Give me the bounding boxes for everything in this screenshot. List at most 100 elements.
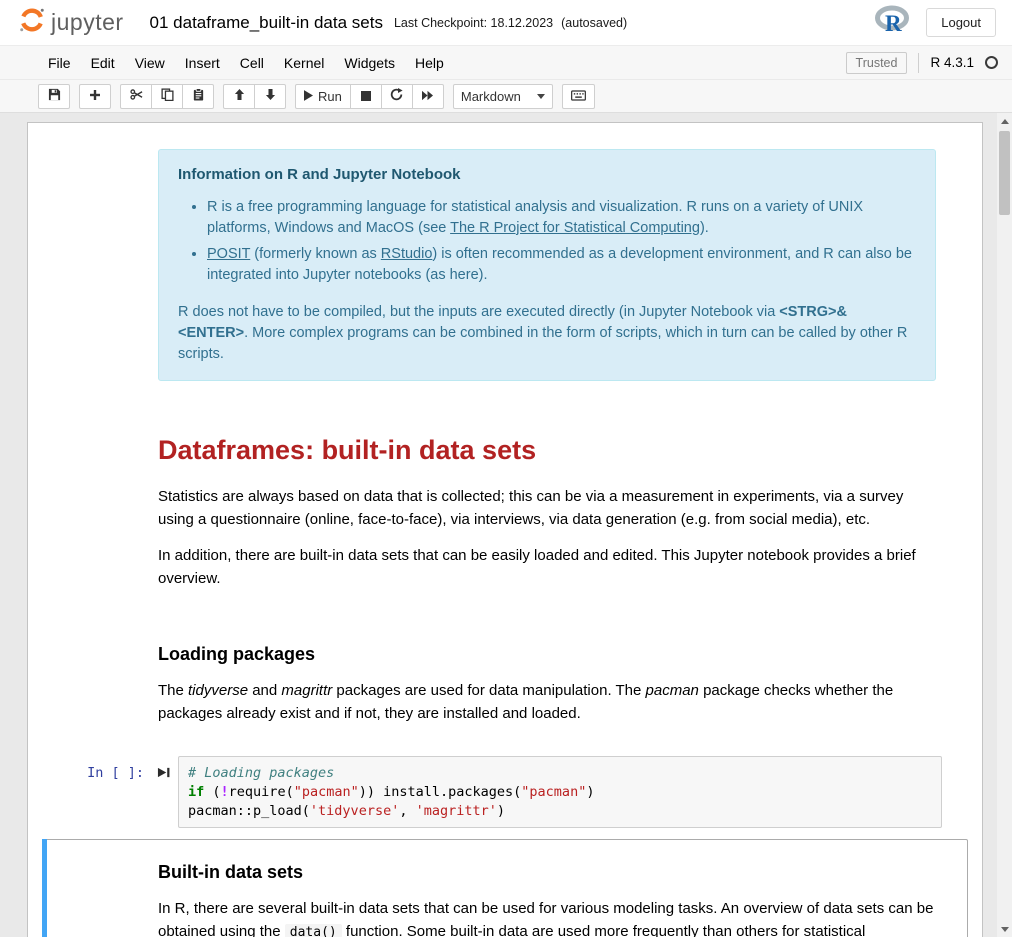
- loading-packages-paragraph: The tidyverse and magrittr packages are …: [158, 680, 936, 725]
- jupyter-logo-icon: [18, 6, 46, 39]
- page-title: Dataframes: built-in data sets: [158, 430, 936, 471]
- run-cell-button[interactable]: Run: [295, 84, 351, 109]
- copy-cell-icon: [161, 88, 174, 104]
- magrittr-name: magrittr: [281, 682, 332, 699]
- notebook-title[interactable]: 01 dataframe_built-in data sets: [150, 13, 383, 33]
- celltype-value: Markdown: [461, 89, 521, 104]
- tidyverse-name: tidyverse: [188, 682, 248, 699]
- info-alert-box: Information on R and Jupyter Notebook R …: [158, 149, 936, 381]
- info-paragraph-pre: R does not have to be compiled, but the …: [178, 304, 779, 320]
- info-bullet-posit: POSIT (formerly known as RStudio) is oft…: [207, 244, 916, 286]
- scrollbar-thumb[interactable]: [999, 131, 1010, 215]
- menu-widgets[interactable]: Widgets: [334, 48, 405, 78]
- command-palette-button[interactable]: [562, 84, 595, 109]
- run-icon: [304, 89, 313, 104]
- menu-kernel[interactable]: Kernel: [274, 48, 334, 78]
- move-cell-down-button[interactable]: [254, 84, 286, 109]
- intro-paragraph-1: Statistics are always based on data that…: [158, 486, 936, 531]
- info-alert-paragraph: R does not have to be compiled, but the …: [178, 302, 916, 365]
- info-bullet-posit-mid: (formerly known as: [250, 246, 381, 262]
- run-this-cell-icon: [157, 766, 170, 779]
- menu-view[interactable]: View: [125, 48, 175, 78]
- move-cell-down-icon: [265, 88, 276, 104]
- run-cell-marker[interactable]: [148, 756, 178, 779]
- r-kernel-logo-letter: R: [885, 11, 902, 35]
- info-paragraph-post: . More complex programs can be combined …: [178, 325, 907, 362]
- builtin-datasets-heading: Built-in data sets: [158, 859, 936, 886]
- save-button[interactable]: [38, 84, 70, 109]
- header: jupyter 01 dataframe_built-in data sets …: [0, 0, 1012, 46]
- loading-text-2: and: [248, 682, 281, 699]
- notebook-container: Information on R and Jupyter Notebook R …: [27, 122, 983, 937]
- r-project-link[interactable]: The R Project for Statistical Computing: [450, 220, 700, 236]
- builtin-paragraph: In R, there are several built-in data se…: [158, 898, 936, 937]
- code-comment: # Loading packages: [188, 765, 334, 781]
- scroll-up-icon: [1001, 119, 1009, 124]
- cut-cell-button[interactable]: [120, 84, 152, 109]
- restart-kernel-button[interactable]: [381, 84, 413, 109]
- checkpoint-status: Last Checkpoint: 18.12.2023: [394, 16, 553, 30]
- move-cell-up-icon: [234, 88, 245, 104]
- markdown-cell-loading-packages[interactable]: Loading packages The tidyverse and magri…: [42, 615, 968, 750]
- r-kernel-logo: R: [874, 5, 910, 40]
- info-alert-title: Information on R and Jupyter Notebook: [178, 164, 916, 186]
- jupyter-logo-text: jupyter: [51, 9, 124, 36]
- save-icon: [48, 88, 61, 104]
- menubar-divider: [918, 53, 919, 73]
- menu-edit[interactable]: Edit: [81, 48, 125, 78]
- menu-insert[interactable]: Insert: [175, 48, 230, 78]
- move-cell-up-button[interactable]: [223, 84, 255, 109]
- copy-cell-button[interactable]: [151, 84, 183, 109]
- add-cell-button[interactable]: [79, 84, 111, 109]
- scroll-down-icon: [1001, 927, 1009, 932]
- markdown-cell-builtin-datasets[interactable]: Built-in data sets In R, there are sever…: [42, 839, 968, 937]
- celltype-dropdown[interactable]: Markdown: [453, 84, 553, 109]
- logout-button[interactable]: Logout: [926, 8, 996, 37]
- menu-help[interactable]: Help: [405, 48, 454, 78]
- scrollbar-up-arrow[interactable]: [997, 113, 1012, 129]
- add-cell-icon: [89, 89, 101, 104]
- code-line-1: # Loading packages: [188, 764, 932, 783]
- jupyter-app: jupyter 01 dataframe_built-in data sets …: [0, 0, 1012, 937]
- cut-cell-icon: [130, 88, 143, 104]
- restart-run-all-icon: [421, 89, 434, 104]
- loading-packages-heading: Loading packages: [158, 641, 936, 668]
- kernel-name: R 4.3.1: [930, 55, 974, 70]
- autosave-status: (autosaved): [561, 16, 627, 30]
- loading-text-1: The: [158, 682, 188, 699]
- menubar-right: Trusted R 4.3.1: [846, 52, 998, 74]
- menu-file[interactable]: File: [38, 48, 81, 78]
- code-cell-loading-packages[interactable]: In [ ]: # Loading packages if (!require(…: [42, 750, 968, 839]
- intro-paragraph-2: In addition, there are built-in data set…: [158, 545, 936, 590]
- info-bullet-r-end: ).: [700, 220, 709, 236]
- paste-cell-button[interactable]: [182, 84, 214, 109]
- jupyter-logo[interactable]: jupyter: [18, 6, 124, 39]
- command-palette-icon: [571, 89, 586, 104]
- header-right: R Logout: [874, 5, 996, 40]
- code-line-3: pacman::p_load('tidyverse', 'magrittr'): [188, 802, 932, 821]
- posit-link[interactable]: POSIT: [207, 246, 250, 262]
- code-input-area[interactable]: # Loading packages if (!require("pacman"…: [178, 756, 942, 828]
- menu-cell[interactable]: Cell: [230, 48, 274, 78]
- markdown-cell-info[interactable]: Information on R and Jupyter Notebook R …: [42, 137, 968, 400]
- scrollbar[interactable]: [997, 113, 1012, 937]
- markdown-cell-intro[interactable]: Dataframes: built-in data sets Statistic…: [42, 400, 968, 616]
- data-function-code: data(): [285, 924, 342, 937]
- notebook-scroll-area: Information on R and Jupyter Notebook R …: [0, 113, 1012, 937]
- pacman-name: pacman: [646, 682, 699, 699]
- loading-text-3: packages are used for data manipulation.…: [332, 682, 645, 699]
- info-alert-list: R is a free programming language for sta…: [178, 197, 916, 286]
- input-prompt: In [ ]:: [48, 756, 148, 781]
- interrupt-kernel-button[interactable]: [350, 84, 382, 109]
- trusted-badge[interactable]: Trusted: [846, 52, 908, 74]
- restart-run-all-button[interactable]: [412, 84, 444, 109]
- menubar: File Edit View Insert Cell Kernel Widget…: [0, 46, 1012, 80]
- toolbar: Run: [0, 80, 1012, 113]
- scrollbar-down-arrow[interactable]: [997, 921, 1012, 937]
- chevron-down-icon: [537, 94, 545, 99]
- rstudio-link[interactable]: RStudio: [381, 246, 433, 262]
- interrupt-kernel-icon: [361, 89, 371, 104]
- restart-kernel-icon: [390, 88, 403, 104]
- paste-cell-icon: [192, 88, 205, 104]
- kernel-idle-icon: [985, 56, 998, 69]
